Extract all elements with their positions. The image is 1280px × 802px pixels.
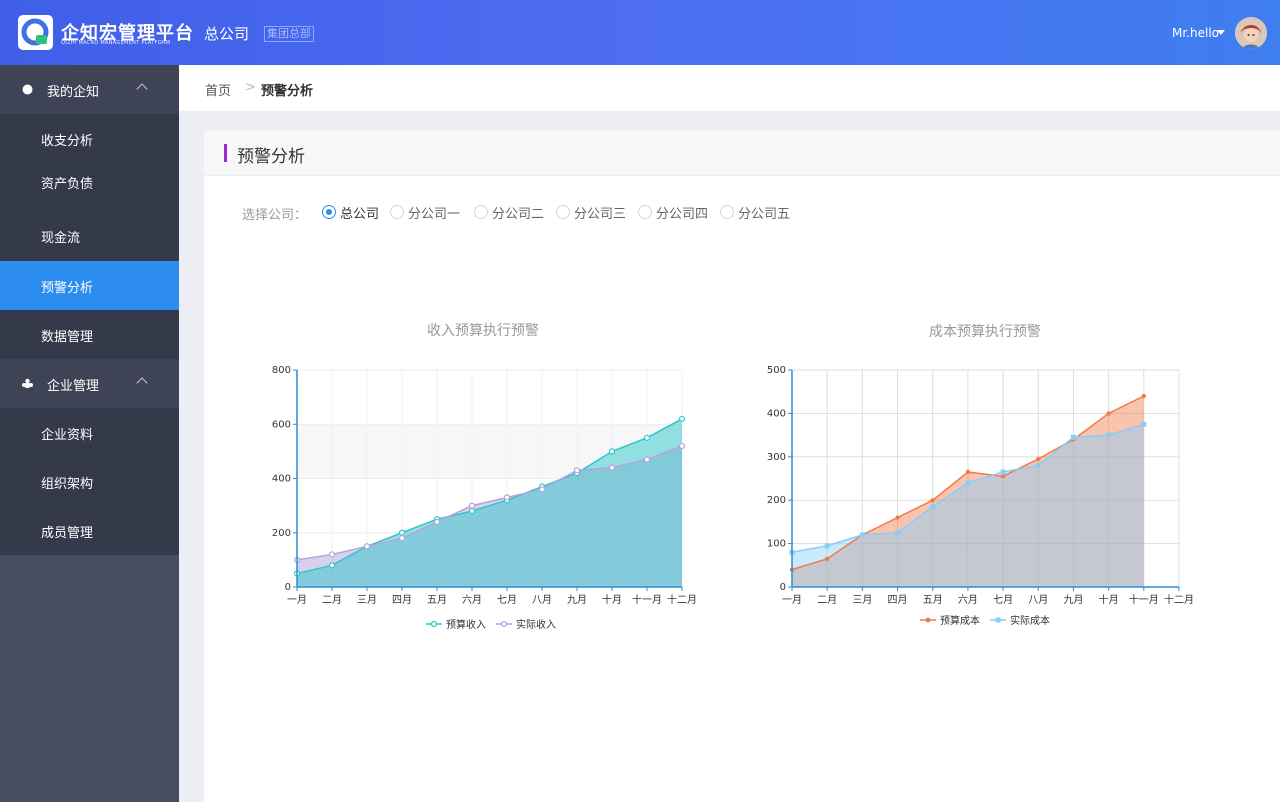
- sidebar-group-label: 我的企知: [47, 85, 100, 100]
- sidebar-item-label: 预警分析: [41, 281, 94, 296]
- cluster-icon: [22, 378, 33, 388]
- sidebar-group-label: 企业管理: [47, 379, 100, 394]
- sidebar-item-data-management[interactable]: 数据管理: [0, 310, 179, 359]
- sidebar: 我的企知 收支分析 资产负债 现金流 预警分析 数据管理 企业管理 企业资料 组…: [0, 65, 179, 802]
- page-title: 预警分析: [237, 147, 305, 167]
- breadcrumb-current: 预警分析: [261, 84, 314, 99]
- company-name[interactable]: 总公司: [204, 23, 249, 44]
- radio-dot[interactable]: [322, 205, 336, 219]
- submenu-enterprise: 企业资料 组织架构 成员管理: [0, 408, 179, 555]
- sidebar-item-company-profile[interactable]: 企业资料: [0, 408, 179, 457]
- top-header: 企知宏管理平台 QIZHI MACRO MANAGEMENT PLATFORM …: [0, 0, 1280, 65]
- sidebar-item-cash-flow[interactable]: 现金流: [0, 211, 179, 260]
- chevron-up-icon: [136, 83, 148, 95]
- caret-down-icon[interactable]: [1217, 30, 1225, 35]
- company-badge: 集团总部: [264, 26, 314, 42]
- sidebar-item-income-analysis[interactable]: 收支分析: [0, 114, 179, 163]
- panel-header: 预警分析: [204, 130, 1280, 176]
- breadcrumb-separator: >: [245, 80, 256, 95]
- logo-icon: [18, 15, 53, 50]
- avatar[interactable]: [1235, 17, 1267, 49]
- sidebar-item-label: 现金流: [41, 231, 81, 246]
- radio-dot[interactable]: [556, 205, 570, 219]
- warning-panel: 预警分析 选择公司： 总公司 分公司一 分公司二 分公司三 分公司四 分公司五: [204, 130, 1280, 802]
- filter-label: 选择公司：: [242, 208, 308, 223]
- sidebar-item-label: 成员管理: [41, 526, 94, 541]
- radio-label: 分公司三: [574, 207, 627, 222]
- circle-icon: [22, 84, 33, 95]
- radio-dot[interactable]: [390, 205, 404, 219]
- sidebar-group-enterprise[interactable]: 企业管理: [0, 359, 179, 408]
- sidebar-group-my-qizhi[interactable]: 我的企知: [0, 65, 179, 114]
- radio-dot[interactable]: [474, 205, 488, 219]
- logo-subtitle: QIZHI MACRO MANAGEMENT PLATFORM: [61, 40, 171, 46]
- sidebar-item-label: 组织架构: [41, 477, 94, 492]
- breadcrumb: 首页 > 预警分析: [179, 65, 1280, 111]
- submenu-my-qizhi: 收支分析 资产负债 现金流 预警分析 数据管理: [0, 114, 179, 359]
- sidebar-item-members[interactable]: 成员管理: [0, 506, 179, 555]
- sidebar-item-warning-analysis[interactable]: 预警分析: [0, 261, 179, 310]
- radio-dot[interactable]: [720, 205, 734, 219]
- sidebar-item-label: 收支分析: [41, 134, 94, 149]
- radio-label: 分公司五: [738, 207, 791, 222]
- radio-dot[interactable]: [638, 205, 652, 219]
- sidebar-item-org-structure[interactable]: 组织架构: [0, 457, 179, 506]
- radio-label: 分公司四: [656, 207, 709, 222]
- sidebar-item-label: 资产负债: [41, 177, 94, 192]
- sidebar-item-label: 数据管理: [41, 330, 94, 345]
- radio-label: 分公司一: [408, 207, 461, 222]
- radio-label: 分公司二: [492, 207, 545, 222]
- sidebar-item-assets-liabilities[interactable]: 资产负债: [0, 157, 179, 206]
- title-accent-bar: [224, 144, 227, 162]
- breadcrumb-home[interactable]: 首页: [205, 80, 231, 99]
- chevron-up-icon: [136, 377, 148, 389]
- user-menu[interactable]: Mr.hello: [1172, 26, 1219, 40]
- radio-label: 总公司: [340, 207, 380, 222]
- sidebar-item-label: 企业资料: [41, 428, 94, 443]
